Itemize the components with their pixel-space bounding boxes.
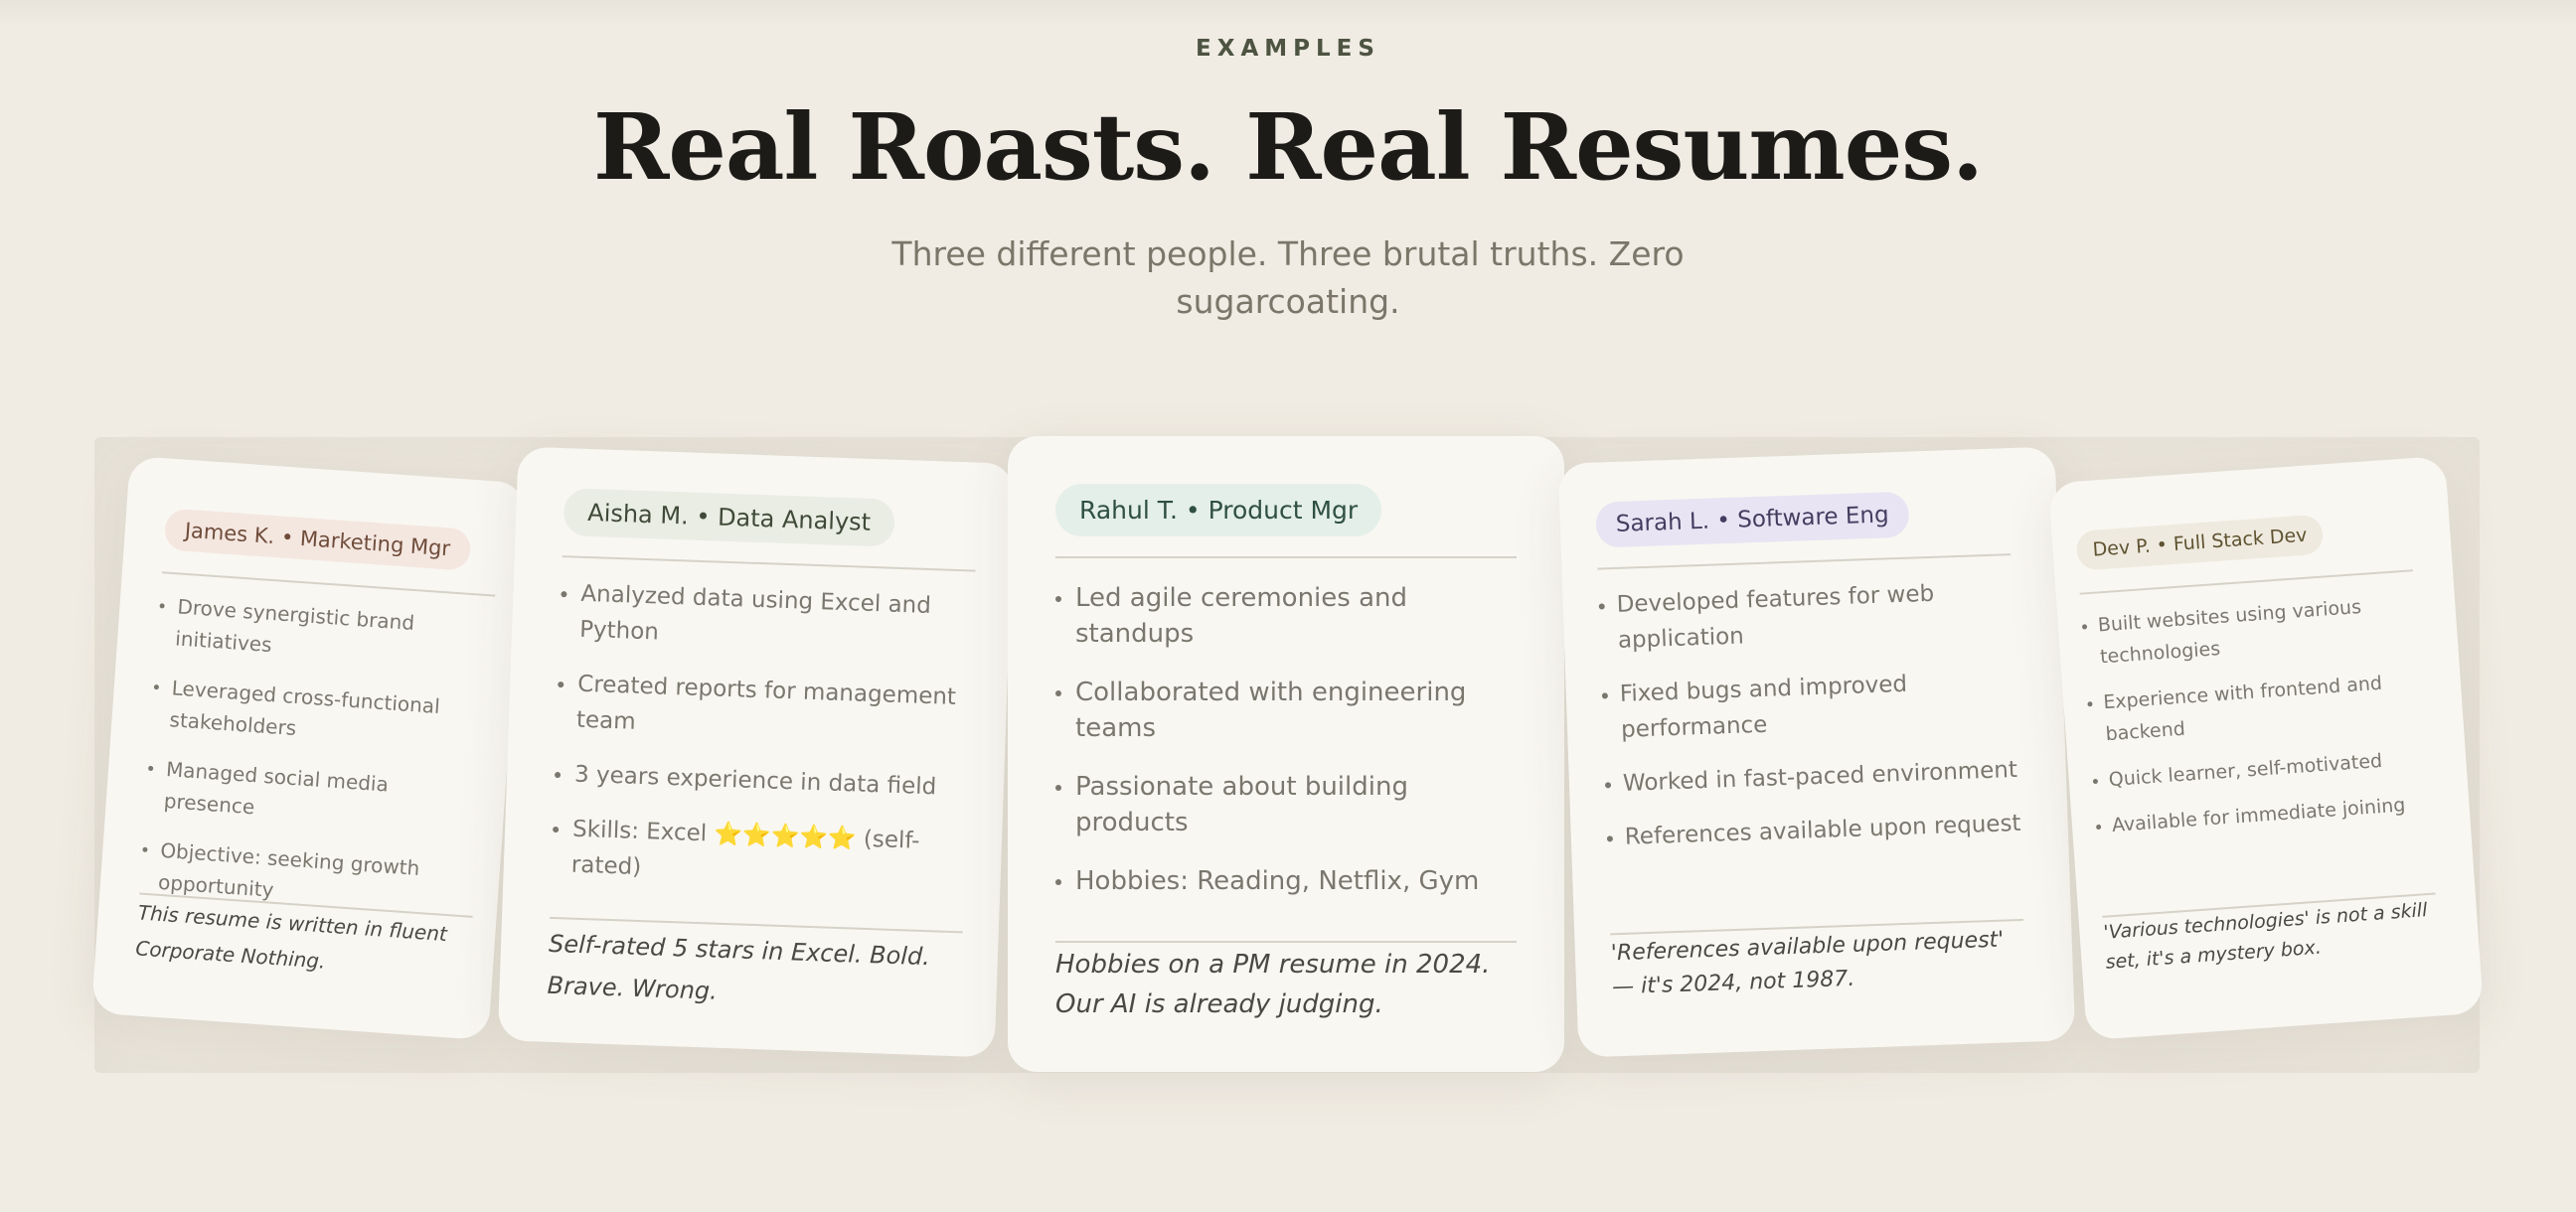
resume-bullets: Built websites using various technologie… bbox=[2081, 587, 2431, 842]
resume-bullet: Worked in fast-paced environment bbox=[1604, 752, 2030, 803]
card-person-tag: James K. • Marketing Mgr bbox=[163, 508, 472, 571]
resume-bullet: Experience with frontend and backend bbox=[2086, 665, 2424, 751]
resume-bullet: Hobbies: Reading, Netflix, Gym bbox=[1055, 863, 1517, 899]
resume-bullets: Led agile ceremonies and standups Collab… bbox=[1055, 580, 1517, 899]
resume-bullet: Managed social media presence bbox=[145, 752, 483, 838]
resume-bullet: Created reports for management team bbox=[556, 666, 971, 751]
resume-bullet: Available for immediate joining bbox=[2095, 788, 2430, 842]
example-card-rahul[interactable]: Rahul T. • Product Mgr Led agile ceremon… bbox=[1008, 436, 1564, 1072]
resume-bullets: Developed features for web application F… bbox=[1598, 573, 2032, 856]
section-headline: Real Roasts. Real Resumes. bbox=[592, 93, 1984, 201]
example-card-aisha[interactable]: Aisha M. • Data Analyst Analyzed data us… bbox=[497, 446, 1016, 1058]
card-person-tag: Aisha M. • Data Analyst bbox=[563, 488, 895, 547]
roast-verdict: 'References available upon request' — it… bbox=[1610, 927, 2005, 1000]
resume-bullet: Leveraged cross-functional stakeholders bbox=[151, 671, 489, 757]
card-divider bbox=[1597, 553, 2012, 570]
resume-bullets: Analyzed data using Excel and Python Cre… bbox=[551, 575, 975, 896]
example-card-james[interactable]: James K. • Marketing Mgr Drove synergist… bbox=[90, 455, 528, 1041]
resume-bullet: Drove synergistic brand initiatives bbox=[156, 589, 494, 676]
resume-bullet: Developed features for web application bbox=[1598, 573, 2025, 660]
section-subtitle: Three different people. Three brutal tru… bbox=[891, 234, 1685, 321]
roast-verdict: 'Various technologies' is not a skill se… bbox=[2102, 899, 2429, 974]
example-card-dev[interactable]: Dev P. • Full Stack Dev Built websites u… bbox=[2047, 455, 2485, 1041]
card-person-tag: Dev P. • Full Stack Dev bbox=[2075, 514, 2325, 571]
resume-bullet: Quick learner, self-motivated bbox=[2092, 742, 2427, 797]
resume-bullet: Skills: Excel ⭐⭐⭐⭐⭐ (self-rated) bbox=[551, 811, 966, 896]
top-shadow bbox=[0, 0, 2576, 28]
resume-bullet: Collaborated with engineering teams bbox=[1055, 675, 1517, 746]
card-person-tag: Sarah L. • Software Eng bbox=[1595, 491, 1910, 548]
resume-bullet: Fixed bugs and improved performance bbox=[1601, 663, 2028, 749]
resume-bullet: References available upon request bbox=[1606, 805, 2032, 855]
roast-verdict: Self-rated 5 stars in Excel. Bold. Brave… bbox=[547, 929, 931, 1005]
section-eyebrow: EXAMPLES bbox=[1196, 36, 1380, 62]
resume-bullet: Passionate about building products bbox=[1055, 769, 1517, 840]
verdict-divider bbox=[1055, 941, 1517, 943]
resume-bullets: Drove synergistic brand initiatives Leve… bbox=[139, 589, 494, 920]
example-card-sarah[interactable]: Sarah L. • Software Eng Developed featur… bbox=[1557, 446, 2076, 1058]
resume-bullet: Led agile ceremonies and standups bbox=[1055, 580, 1517, 652]
card-person-tag: Rahul T. • Product Mgr bbox=[1055, 484, 1382, 536]
resume-bullet: Built websites using various technologie… bbox=[2081, 587, 2419, 674]
card-divider bbox=[562, 555, 976, 572]
roast-verdict: Hobbies on a PM resume in 2024. Our AI i… bbox=[1055, 950, 1491, 1019]
resume-bullet: Analyzed data using Excel and Python bbox=[560, 575, 975, 661]
resume-bullet: 3 years experience in data field bbox=[554, 756, 968, 806]
card-divider bbox=[1055, 556, 1517, 558]
